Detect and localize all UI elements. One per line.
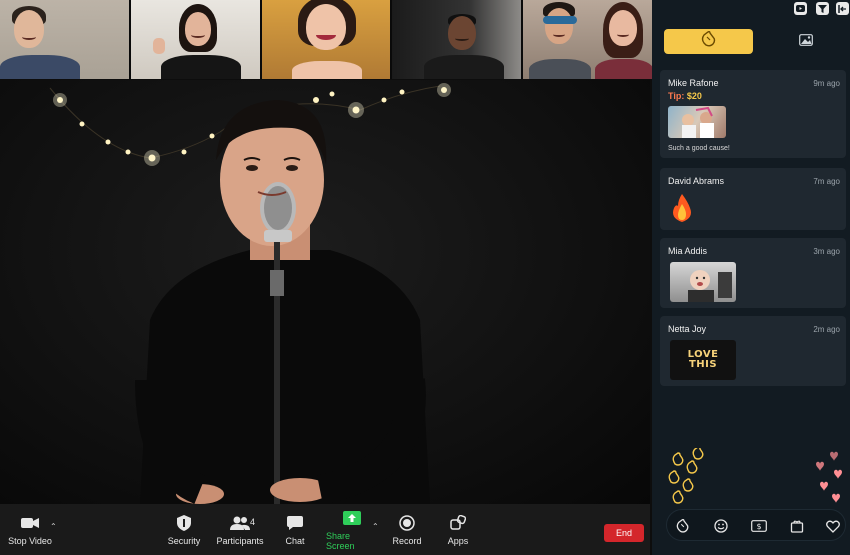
timestamp: 3m ago — [813, 247, 840, 256]
sticker-text: THIS — [688, 359, 718, 370]
participant-gallery — [0, 0, 652, 79]
sender-name: Mia Addis — [668, 246, 708, 256]
tab-media[interactable] — [764, 29, 848, 54]
video-camera-icon — [20, 514, 40, 532]
tip-amount: $20 — [686, 91, 702, 101]
share-options-caret-icon[interactable]: ⌃ — [372, 522, 379, 531]
participant-tile[interactable] — [261, 0, 391, 79]
youtube-icon[interactable] — [794, 2, 807, 15]
engagement-panel: Mike Rafone 9m ago Tip: $20 Such a good … — [652, 0, 850, 555]
shared-gif[interactable] — [670, 262, 736, 302]
heart-icon[interactable] — [825, 518, 841, 534]
apps-icon — [448, 514, 468, 532]
apps-button[interactable]: Apps — [442, 504, 474, 555]
clap-icon — [700, 30, 718, 52]
record-icon — [397, 514, 417, 532]
dollar-icon[interactable]: $ — [751, 518, 767, 534]
participant-tile[interactable] — [392, 0, 522, 79]
video-call-window: Stop Video ⌃ Security Participants 4 Cha… — [0, 0, 850, 555]
sender-name: David Abrams — [668, 176, 725, 186]
record-button[interactable]: Record — [390, 504, 424, 555]
love-this-sticker[interactable]: LOVE THIS — [670, 340, 736, 380]
feed-card[interactable]: Netta Joy 2m ago LOVE THIS — [660, 316, 846, 386]
floating-reactions — [668, 448, 842, 504]
chat-bubble-icon — [285, 514, 305, 532]
message-text: Such a good cause! — [668, 145, 730, 152]
video-options-caret-icon[interactable]: ⌃ — [50, 522, 57, 531]
sunglasses — [543, 16, 578, 24]
chat-button[interactable]: Chat — [280, 504, 310, 555]
end-meeting-button[interactable]: End — [604, 524, 644, 542]
feed-card[interactable]: Mia Addis 3m ago — [660, 238, 846, 308]
meeting-toolbar: Stop Video ⌃ Security Participants 4 Cha… — [0, 504, 650, 555]
shield-icon — [174, 514, 194, 532]
tab-reactions[interactable] — [664, 29, 753, 54]
filter-icon[interactable] — [816, 2, 829, 15]
tip-label: Tip: — [668, 91, 685, 101]
participants-count: 4 — [250, 517, 256, 527]
panel-window-controls — [652, 0, 850, 20]
fire-emoji-icon — [670, 194, 694, 222]
sender-name: Netta Joy — [668, 324, 707, 334]
clap-icon[interactable] — [675, 518, 691, 534]
feed-card[interactable]: David Abrams 7m ago — [660, 168, 846, 230]
feed-card[interactable]: Mike Rafone 9m ago Tip: $20 Such a good … — [660, 70, 846, 158]
tip-line: Tip: $20 — [668, 91, 702, 101]
smiley-icon[interactable] — [713, 518, 729, 534]
participant-tile[interactable] — [130, 0, 260, 79]
timestamp: 9m ago — [813, 79, 840, 88]
share-arrow-icon — [342, 509, 362, 527]
image-icon — [799, 33, 813, 51]
share-screen-button[interactable]: Share Screen — [326, 504, 378, 555]
performer — [135, 100, 430, 504]
thumbs-up-hand — [152, 38, 165, 54]
shared-photo[interactable] — [668, 106, 726, 138]
main-speaker-video[interactable] — [0, 80, 650, 504]
security-button[interactable]: Security — [164, 504, 204, 555]
sender-name: Mike Rafone — [668, 78, 719, 88]
panel-tab-switcher — [660, 26, 846, 57]
gift-icon[interactable] — [789, 518, 805, 534]
participant-tile[interactable] — [523, 0, 652, 79]
collapse-panel-icon[interactable] — [836, 2, 849, 15]
people-icon — [230, 514, 250, 532]
reaction-bar: $ — [666, 509, 846, 541]
timestamp: 2m ago — [813, 325, 840, 334]
timestamp: 7m ago — [813, 177, 840, 186]
participant-tile[interactable] — [0, 0, 129, 79]
stop-video-button[interactable]: Stop Video — [4, 504, 56, 555]
participants-button[interactable]: Participants — [214, 504, 266, 555]
svg-text:$: $ — [756, 522, 761, 531]
